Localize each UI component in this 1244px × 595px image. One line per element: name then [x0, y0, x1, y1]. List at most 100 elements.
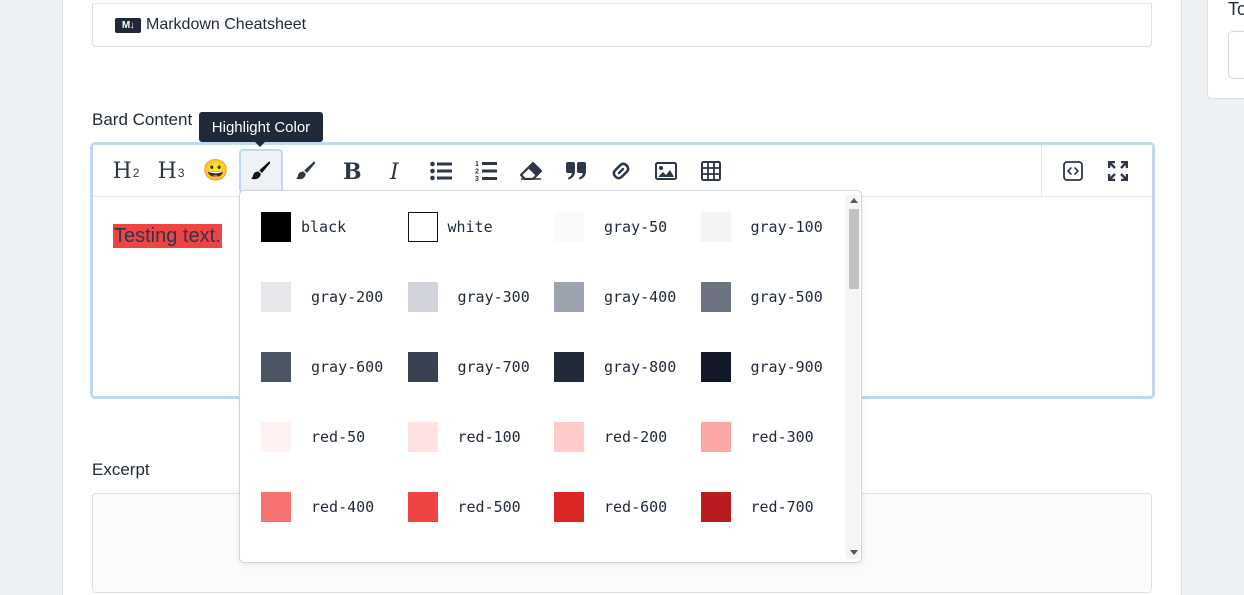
- sidebar-card: To: [1207, 0, 1244, 99]
- scroll-up-arrow-icon[interactable]: [850, 198, 858, 203]
- svg-text:3: 3: [475, 176, 479, 182]
- color-swatch: [407, 212, 438, 242]
- quote-icon: [566, 162, 586, 180]
- toolbar-separator: [1041, 145, 1042, 197]
- color-swatch-grid: black white gray-50 gray-100 gray-200 gray-30…: [261, 212, 847, 562]
- italic-button[interactable]: I: [374, 149, 418, 193]
- color-option-label: red-700: [750, 498, 814, 516]
- highlight-color-tooltip: Highlight Color: [199, 112, 323, 147]
- emoji-icon: 😀: [202, 159, 230, 182]
- markdown-cheatsheet-link[interactable]: M↓ Markdown Cheatsheet: [92, 3, 1152, 47]
- table-icon: [701, 161, 721, 181]
- color-option-label: black: [301, 218, 347, 236]
- color-option-label: gray-400: [604, 288, 677, 306]
- paintbrush-icon: [250, 161, 271, 180]
- emoji-button[interactable]: 😀: [194, 149, 238, 193]
- image-icon: [655, 162, 677, 180]
- color-swatch: [554, 352, 584, 382]
- color-option-label: white: [447, 218, 493, 236]
- color-option-red-700[interactable]: red-700: [700, 492, 848, 562]
- sidebar-input[interactable]: [1228, 31, 1244, 79]
- color-option-gray-700[interactable]: gray-700: [407, 352, 555, 422]
- heading-3-sub: 3: [177, 166, 185, 180]
- color-option-gray-900[interactable]: gray-900: [700, 352, 848, 422]
- color-option-label: red-500: [457, 498, 521, 516]
- color-swatch: [261, 282, 291, 312]
- color-swatch: [554, 492, 584, 522]
- color-swatch: [407, 422, 438, 452]
- svg-text:2: 2: [475, 169, 479, 176]
- markdown-cheatsheet-label: Markdown Cheatsheet: [146, 16, 307, 33]
- color-option-label: gray-100: [750, 218, 823, 236]
- bullet-list-button[interactable]: [419, 149, 463, 193]
- color-swatch: [700, 352, 731, 382]
- italic-icon: I: [389, 160, 400, 182]
- color-option-gray-800[interactable]: gray-800: [554, 352, 701, 422]
- highlight-color-button[interactable]: [239, 149, 283, 193]
- svg-text:1: 1: [475, 161, 479, 168]
- color-swatch: [407, 492, 438, 522]
- color-option-red-200[interactable]: red-200: [554, 422, 701, 492]
- color-swatch: [407, 282, 438, 312]
- eraser-icon: [520, 162, 542, 180]
- color-option-label: red-400: [311, 498, 375, 516]
- svg-text:I: I: [389, 160, 400, 182]
- sidebar-field-label: To: [1228, 0, 1244, 19]
- heading-2-sub: 2: [132, 166, 140, 180]
- fullscreen-button[interactable]: [1096, 149, 1140, 193]
- color-swatch: [261, 422, 291, 452]
- color-swatch: [554, 422, 584, 452]
- color-option-label: red-300: [750, 428, 814, 446]
- dropdown-scrollbar[interactable]: [846, 195, 860, 559]
- markdown-icon: M↓: [115, 17, 141, 33]
- source-code-button[interactable]: [1051, 149, 1095, 193]
- color-option-red-50[interactable]: red-50: [261, 422, 408, 492]
- color-option-gray-300[interactable]: gray-300: [407, 282, 555, 352]
- color-option-gray-600[interactable]: gray-600: [261, 352, 408, 422]
- color-option-label: gray-200: [311, 288, 384, 306]
- blockquote-button[interactable]: [554, 149, 598, 193]
- bold-button[interactable]: B: [329, 149, 373, 193]
- color-option-gray-500[interactable]: gray-500: [700, 282, 848, 352]
- color-option-label: red-50: [311, 428, 366, 446]
- ordered-list-icon: 1 2 3: [475, 161, 497, 182]
- heading-3-button[interactable]: H3: [149, 149, 193, 193]
- scroll-down-arrow-icon[interactable]: [850, 550, 858, 555]
- color-option-label: red-600: [604, 498, 668, 516]
- color-option-red-500[interactable]: red-500: [407, 492, 555, 562]
- color-swatch: [261, 492, 291, 522]
- heading-2-button[interactable]: H2: [104, 149, 148, 193]
- color-option-label: red-100: [457, 428, 521, 446]
- table-button[interactable]: [689, 149, 733, 193]
- editor-highlighted-text[interactable]: Testing text.: [113, 224, 222, 248]
- text-color-button[interactable]: [284, 149, 328, 193]
- color-option-gray-50[interactable]: gray-50: [554, 212, 701, 282]
- bold-icon: B: [343, 160, 361, 182]
- heading-2-letter: H: [112, 158, 132, 184]
- link-button[interactable]: [599, 149, 643, 193]
- color-option-gray-400[interactable]: gray-400: [554, 282, 701, 352]
- ordered-list-button[interactable]: 1 2 3: [464, 149, 508, 193]
- color-option-red-300[interactable]: red-300: [700, 422, 848, 492]
- svg-text:B: B: [343, 160, 361, 182]
- bard-content-label: Bard Content: [92, 110, 193, 129]
- color-option-black[interactable]: black: [261, 212, 408, 282]
- color-option-label: gray-700: [457, 358, 530, 376]
- color-option-gray-200[interactable]: gray-200: [261, 282, 408, 352]
- color-option-label: gray-50: [604, 218, 668, 236]
- image-button[interactable]: [644, 149, 688, 193]
- color-swatch: [261, 352, 291, 382]
- color-option-label: gray-800: [604, 358, 677, 376]
- color-option-white[interactable]: white: [407, 212, 555, 282]
- brush-icon: [295, 161, 316, 180]
- color-swatch: [554, 282, 584, 312]
- color-option-red-400[interactable]: red-400: [261, 492, 408, 562]
- color-option-label: gray-300: [457, 288, 530, 306]
- color-option-red-100[interactable]: red-100: [407, 422, 555, 492]
- clear-format-button[interactable]: [509, 149, 553, 193]
- excerpt-label: Excerpt: [92, 460, 150, 479]
- color-option-red-600[interactable]: red-600: [554, 492, 701, 562]
- link-icon: [612, 162, 630, 180]
- color-option-gray-100[interactable]: gray-100: [700, 212, 848, 282]
- scroll-thumb[interactable]: [849, 209, 859, 289]
